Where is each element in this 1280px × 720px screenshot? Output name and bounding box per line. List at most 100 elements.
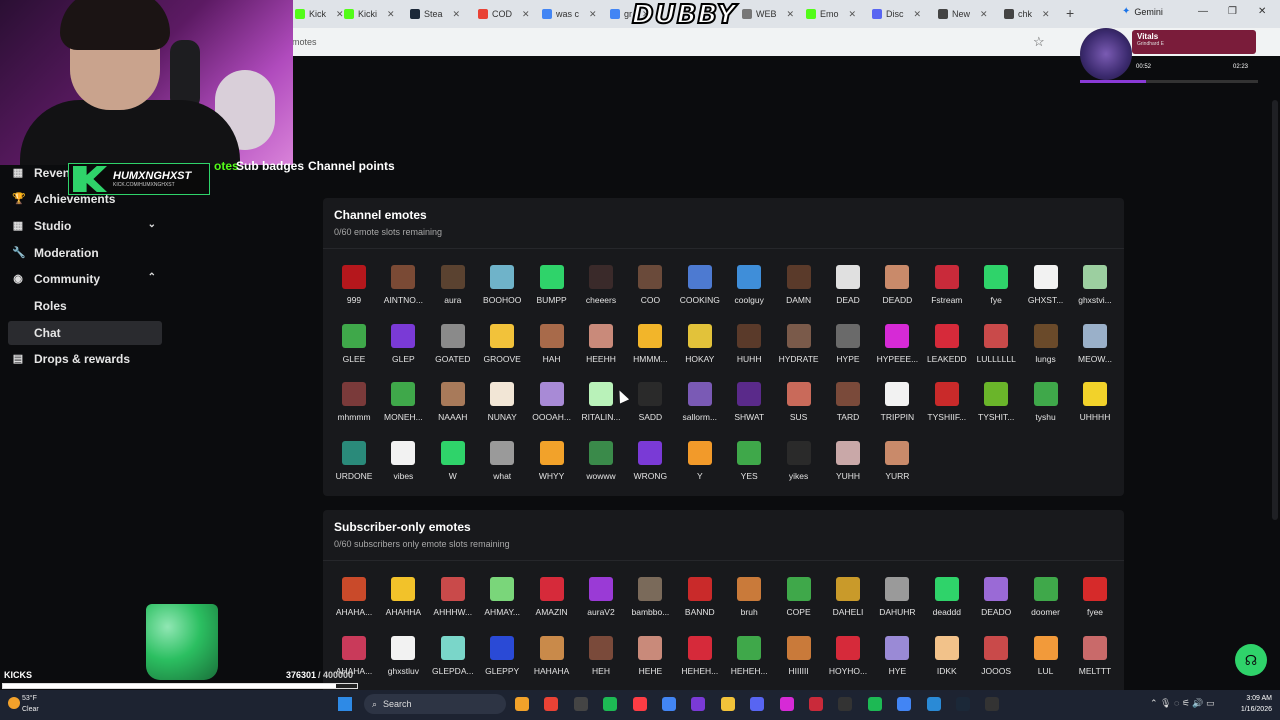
emote-tile[interactable]: MELTTT [1070,635,1120,686]
emote-tile[interactable]: HEHE [625,635,675,686]
emote-tile[interactable]: COO [625,265,675,315]
tab-sub-badges[interactable]: Sub badges [236,159,304,173]
sidebar-item-chat[interactable]: Chat [8,321,162,345]
emote-tile[interactable]: sallorm... [675,382,725,432]
close-tab-icon[interactable]: ✕ [336,9,344,20]
emote-tile[interactable]: GLEE [329,323,379,374]
emote-tile[interactable]: HYDRATE [774,323,824,374]
emote-tile[interactable]: DEAD [823,265,873,315]
chevron-up-icon[interactable]: ⌃ [148,272,156,283]
emote-tile[interactable]: MONEH... [378,382,428,432]
close-tab-icon[interactable]: ✕ [387,9,395,20]
emote-tile[interactable]: mhmmm [329,382,379,432]
browser-tab[interactable]: Kicki ✕ [344,4,395,24]
emote-tile[interactable]: SUS [774,382,824,432]
emote-tile[interactable]: LEAKEDD [922,323,972,374]
emote-tile[interactable]: GLEP [378,323,428,374]
close-tab-icon[interactable]: ✕ [787,9,795,20]
taskbar-app-icon[interactable] [926,697,941,711]
taskbar-app-icon[interactable] [838,697,853,711]
close-tab-icon[interactable]: ✕ [1042,9,1050,20]
emote-tile[interactable]: AHMAY... [477,577,527,627]
emote-tile[interactable]: IDKK [922,635,972,686]
emote-tile[interactable]: HUHH [724,323,774,374]
emote-tile[interactable]: fye [971,265,1021,315]
emote-tile[interactable]: HAH [527,323,577,374]
emote-tile[interactable]: HYE [872,635,922,686]
close-window-button[interactable]: ✕ [1258,6,1266,17]
browser-tab[interactable]: chk ✕ [1004,4,1050,24]
close-tab-icon[interactable]: ✕ [980,9,988,20]
taskbar-app-icon[interactable] [662,697,676,711]
sidebar-item-studio[interactable]: ▦ Studio ⌄ [12,215,162,237]
tab-channel-points[interactable]: Channel points [308,159,395,173]
url-text[interactable]: motes [292,37,317,47]
browser-tab[interactable]: New ✕ [938,4,988,24]
emote-tile[interactable]: HEHEH... [675,635,725,686]
emote-tile[interactable]: YURR [872,441,922,491]
emote-tile[interactable]: doomer [1021,577,1071,627]
emote-tile[interactable]: tyshu [1021,382,1071,432]
emote-tile[interactable]: COOKING [675,265,725,315]
taskbar-app-icon[interactable] [956,697,970,711]
taskbar-app-icon[interactable] [809,697,823,711]
emote-tile[interactable]: NAAAH [428,382,478,432]
headset-icon[interactable]: ☊ [1235,644,1267,676]
weather-widget[interactable]: 53°F Clear [22,693,39,715]
browser-tab[interactable]: COD ✕ [478,4,530,24]
taskbar-app-icon[interactable] [691,697,706,711]
emote-tile[interactable]: GOATED [428,323,478,374]
emote-tile[interactable]: cheeers [576,265,626,315]
emote-tile[interactable]: aura [428,265,478,315]
taskbar-search[interactable]: ⌕ Search [364,694,506,714]
emote-tile[interactable]: SHWAT [724,382,774,432]
emote-tile[interactable]: DAMN [774,265,824,315]
taskbar-app-icon[interactable] [515,697,529,711]
emote-tile[interactable]: vibes [378,441,428,491]
close-tab-icon[interactable]: ✕ [453,9,461,20]
emote-tile[interactable]: HYPE [823,323,873,374]
taskbar-app-icon[interactable] [573,697,588,711]
taskbar-app-icon[interactable] [603,697,618,711]
emote-tile[interactable]: AHAHHA [378,577,428,627]
emote-tile[interactable]: GLEPPY [477,635,527,686]
system-tray[interactable]: ⌃ 🎙 ◌ ⚟ 🔊 ▭ [1150,698,1215,709]
emote-tile[interactable]: JOOOS [971,635,1021,686]
browser-tab[interactable]: WEB ✕ [742,4,794,24]
minimize-button[interactable]: — [1198,6,1208,17]
emote-tile[interactable]: DAHELI [823,577,873,627]
browser-tab[interactable]: was c ✕ [542,4,597,24]
emote-tile[interactable]: wowww [576,441,626,491]
emote-tile[interactable]: COPE [774,577,824,627]
close-tab-icon[interactable]: ✕ [849,9,857,20]
emote-tile[interactable]: Y [675,441,725,491]
emote-tile[interactable]: ghxstvi... [1070,265,1120,315]
sidebar-item-achievements[interactable]: 🏆 Achievements [12,188,162,210]
emote-tile[interactable]: AMAZIN [527,577,577,627]
emote-tile[interactable]: BANND [675,577,725,627]
emote-tile[interactable]: HEH [576,635,626,686]
taskbar-app-icon[interactable] [750,697,765,711]
emote-tile[interactable]: HYPEEE... [872,323,922,374]
sidebar-item-roles[interactable]: Roles [8,294,162,318]
emote-tile[interactable]: YES [724,441,774,491]
emote-tile[interactable]: coolguy [724,265,774,315]
emote-tile[interactable]: deaddd [922,577,972,627]
emote-tile[interactable]: LUL [1021,635,1071,686]
emote-tile[interactable]: LULLLLLL [971,323,1021,374]
emote-tile[interactable]: GLEPDA... [428,635,478,686]
emote-tile[interactable]: what [477,441,527,491]
emote-tile[interactable]: HEHEH... [724,635,774,686]
emote-tile[interactable]: auraV2 [576,577,626,627]
browser-tab[interactable]: Stea ✕ [410,4,460,24]
emote-tile[interactable]: HMMM... [625,323,675,374]
emote-tile[interactable]: HOYHO... [823,635,873,686]
sidebar-item-moderation[interactable]: 🔧 Moderation [12,242,162,264]
emote-tile[interactable]: AHHHW... [428,577,478,627]
emote-tile[interactable]: TYSHIIF... [922,382,972,432]
emote-tile[interactable]: SADD [625,382,675,432]
emote-tile[interactable]: DEADO [971,577,1021,627]
browser-tab[interactable]: Kick ✕ [295,4,344,24]
emote-tile[interactable]: ghxstluv [378,635,428,686]
taskbar-clock[interactable]: 3:09 AM 1/16/2026 [1222,693,1272,715]
